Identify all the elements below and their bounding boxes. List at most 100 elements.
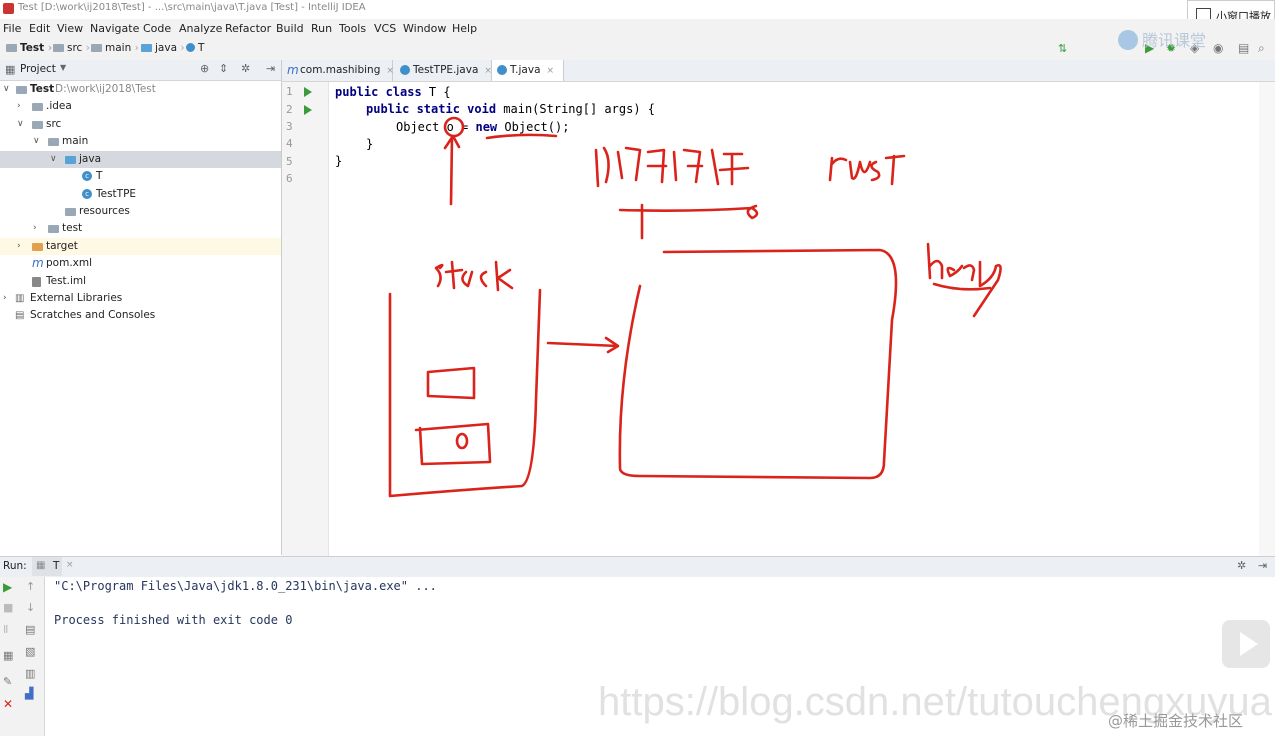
breadcrumb-test[interactable]: Test › [6,42,52,54]
code-editor[interactable]: public class T { public static void main… [329,82,1275,556]
brand-overlay: 腾讯课堂 [1118,27,1206,51]
class-icon: c [82,189,92,199]
tree-item-main[interactable]: ∨ main [0,133,281,150]
stop-icon[interactable]: ■ [3,601,13,614]
gear-icon[interactable]: ✲ [241,62,250,75]
chevron-down-icon[interactable]: ▼ [60,63,66,72]
hide-icon[interactable]: ⇥ [266,62,275,75]
tab-t-java[interactable]: T.java × [492,60,564,81]
menu-refactor[interactable]: Refactor [225,22,271,35]
scroll-end-icon[interactable]: ▧ [25,645,35,658]
tree-item-external-libraries[interactable]: › ▥ External Libraries [0,290,281,307]
breadcrumb-main[interactable]: main › [91,42,139,54]
tab-com-mashibing[interactable]: m com.mashibing × [282,60,394,81]
project-view-icon: ▦ [5,63,16,76]
watermark-community: @稀土掘金技术社区 [1108,712,1244,730]
maven-icon: m [287,63,299,77]
print-icon[interactable]: ▥ [25,667,35,680]
menu-code[interactable]: Code [143,22,171,35]
pin-icon[interactable]: ✎ [3,675,12,688]
close-icon[interactable]: × [484,66,492,76]
tree-item-java[interactable]: ∨ java [0,151,281,168]
menu-edit[interactable]: Edit [29,22,50,35]
menu-navigate[interactable]: Navigate [90,22,139,35]
menu-bar: File Edit View Navigate Code Analyze Ref… [0,19,1275,38]
tree-item-pom[interactable]: m pom.xml [0,255,281,272]
chevron-right-icon[interactable]: › [17,238,21,255]
close-run-icon[interactable]: ✕ [3,697,13,711]
tree-item-iml[interactable]: Test.iml [0,273,281,290]
breadcrumb-src[interactable]: src › [53,42,90,54]
gear-icon[interactable]: ✲ [1237,559,1246,572]
code-line-4: } [366,137,374,151]
close-icon[interactable]: × [547,66,555,76]
menu-analyze[interactable]: Analyze [179,22,222,35]
rerun-icon[interactable]: ▶ [3,580,12,594]
brand-logo-icon [1118,30,1138,50]
menu-tools[interactable]: Tools [339,22,366,35]
tree-item-idea[interactable]: › .idea [0,98,281,115]
build-icon[interactable]: ▤ [1238,41,1249,55]
line-number: 1 [286,85,293,98]
video-play-button[interactable] [1222,620,1270,668]
close-icon[interactable]: × [386,66,394,76]
tree-item-test[interactable]: ∨ Test D:\work\ij2018\Test [0,81,281,98]
menu-run[interactable]: Run [311,22,332,35]
tree-item-src[interactable]: ∨ src [0,116,281,133]
run-main-icon[interactable] [304,105,312,115]
run-tab-icon: ▦ [36,560,46,571]
tab-testtpe[interactable]: TestTPE.java × [395,60,492,81]
menu-view[interactable]: View [57,22,83,35]
resources-folder-icon [65,208,76,216]
trash-icon[interactable]: ▟ [25,687,33,700]
profile-icon[interactable]: ◉ [1213,41,1223,55]
class-icon [400,65,410,75]
menu-window[interactable]: Window [403,22,446,35]
chevron-down-icon[interactable]: ∨ [33,133,40,150]
run-panel-title: Run: [3,560,27,572]
arrow-up-icon[interactable]: ↑ [26,580,35,593]
project-tree: ∨ Test D:\work\ij2018\Test › .idea ∨ src… [0,81,282,555]
menu-build[interactable]: Build [276,22,304,35]
class-icon: c [82,171,92,181]
tree-item-t[interactable]: c T [0,168,281,185]
target-icon[interactable]: ⊕ [200,62,209,75]
chevron-down-icon[interactable]: ∨ [17,116,24,133]
chevron-down-icon[interactable]: ∨ [3,81,10,98]
project-panel-title[interactable]: Project [20,63,56,75]
folder-icon [53,44,64,52]
pause-icon[interactable]: Ⅱ [3,623,8,636]
arrow-down-icon[interactable]: ↓ [26,601,35,614]
collapse-icon[interactable]: ⇕ [219,62,228,75]
layout-icon[interactable]: ▦ [3,649,13,662]
tree-item-test-folder[interactable]: › test [0,220,281,237]
project-panel-header: ▦ Project ▼ ⊕ ⇕ ✲ ⇥ [0,60,282,81]
folder-icon [91,44,102,52]
search-icon[interactable]: ⌕ [1258,41,1265,56]
breadcrumb-t[interactable]: T [186,42,204,54]
tree-item-resources[interactable]: resources [0,203,281,220]
menu-vcs[interactable]: VCS [374,22,396,35]
menu-file[interactable]: File [3,22,21,35]
run-class-icon[interactable] [304,87,312,97]
chevron-right-icon[interactable]: › [3,290,7,307]
wrap-icon[interactable]: ▤ [25,623,35,636]
run-tab[interactable]: ▦ T [32,557,62,576]
hide-icon[interactable]: ⇥ [1258,559,1267,572]
editor-tabs: m com.mashibing × TestTPE.java × T.java × [282,60,1275,82]
chevron-right-icon[interactable]: › [33,220,37,237]
console-line: "C:\Program Files\Java\jdk1.8.0_231\bin\… [54,579,437,593]
window-title: Test [D:\work\ij2018\Test] - ...\src\mai… [18,2,366,13]
tree-item-scratches[interactable]: ▤ Scratches and Consoles [0,307,281,324]
code-line-2: public static void main(String[] args) { [366,102,655,116]
editor-scrollbar[interactable] [1259,82,1275,556]
chevron-down-icon[interactable]: ∨ [50,151,57,168]
run-panel-header: Run: ▦ T × ✲ ⇥ [0,556,1275,578]
breadcrumb-java[interactable]: java › [141,42,185,54]
sort-arrows-icon[interactable]: ⇅ [1058,42,1067,55]
tree-item-testtpe[interactable]: c TestTPE [0,186,281,203]
chevron-right-icon[interactable]: › [17,98,21,115]
close-icon[interactable]: × [66,560,74,570]
tree-item-target[interactable]: › target [0,238,281,255]
menu-help[interactable]: Help [452,22,477,35]
